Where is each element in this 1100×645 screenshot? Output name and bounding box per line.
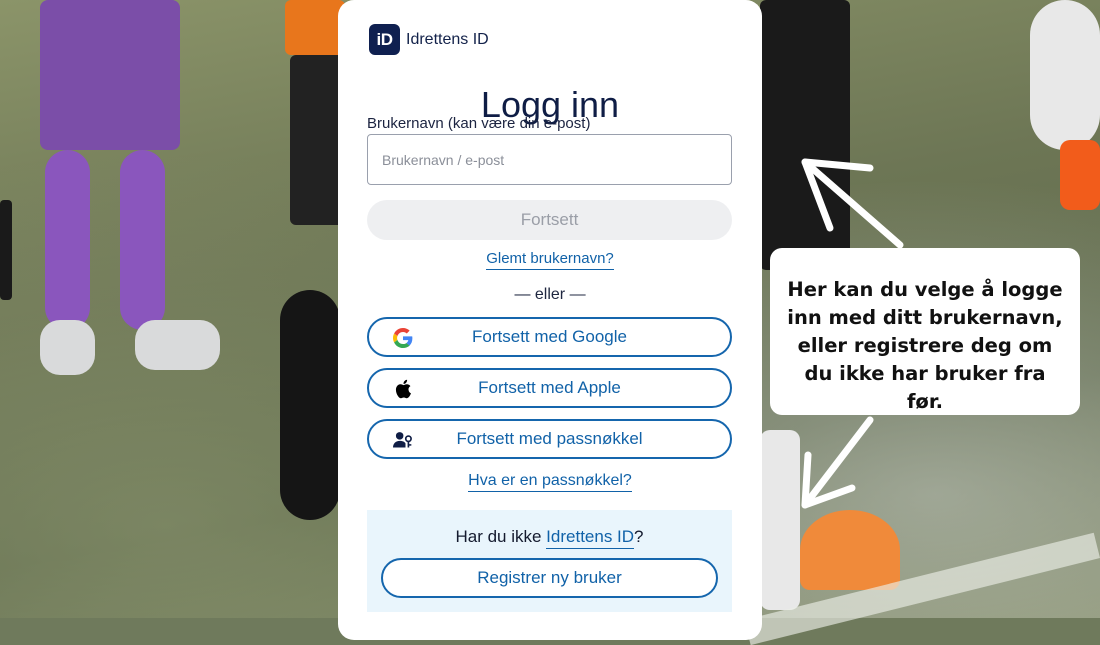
register-button[interactable]: Registrer ny bruker: [381, 558, 718, 598]
passkey-help-row: Hva er en passnøkkel?: [338, 472, 762, 492]
forgot-username-row: Glemt brukernavn?: [338, 250, 762, 270]
brand-name: Idrettens ID: [406, 30, 489, 48]
passkey-login-button[interactable]: Fortsett med passnøkkel: [367, 419, 732, 459]
apple-icon: [393, 379, 413, 399]
register-prompt: Har du ikke Idrettens ID?: [367, 527, 732, 549]
or-divider: — eller —: [514, 286, 586, 303]
register-section: Har du ikke Idrettens ID? Registrer ny b…: [367, 510, 732, 612]
passkey-icon: [393, 430, 413, 450]
register-prompt-suffix: ?: [634, 527, 644, 546]
callout-text: Her kan du velge å logge inn med ditt br…: [787, 278, 1063, 413]
apple-login-label: Fortsett med Apple: [478, 378, 621, 397]
apple-login-button[interactable]: Fortsett med Apple: [367, 368, 732, 408]
google-login-button[interactable]: Fortsett med Google: [367, 317, 732, 357]
forgot-username-link[interactable]: Glemt brukernavn?: [486, 250, 614, 270]
username-input[interactable]: [367, 134, 732, 185]
google-icon: [393, 328, 413, 348]
brand-logo-icon: iD: [369, 24, 400, 55]
idrettens-id-link[interactable]: Idrettens ID: [546, 527, 635, 549]
passkey-login-label: Fortsett med passnøkkel: [456, 429, 643, 448]
login-card: iD Idrettens ID Logg inn Brukernavn (kan…: [338, 0, 762, 640]
google-login-label: Fortsett med Google: [472, 327, 627, 346]
callout-box: Her kan du velge å logge inn med ditt br…: [770, 248, 1080, 415]
username-label: Brukernavn (kan være din e-post): [367, 115, 591, 132]
brand: iD Idrettens ID: [369, 24, 489, 55]
register-prompt-prefix: Har du ikke: [455, 527, 547, 546]
passkey-help-link[interactable]: Hva er en passnøkkel?: [468, 472, 632, 492]
continue-button[interactable]: Fortsett: [367, 200, 732, 240]
